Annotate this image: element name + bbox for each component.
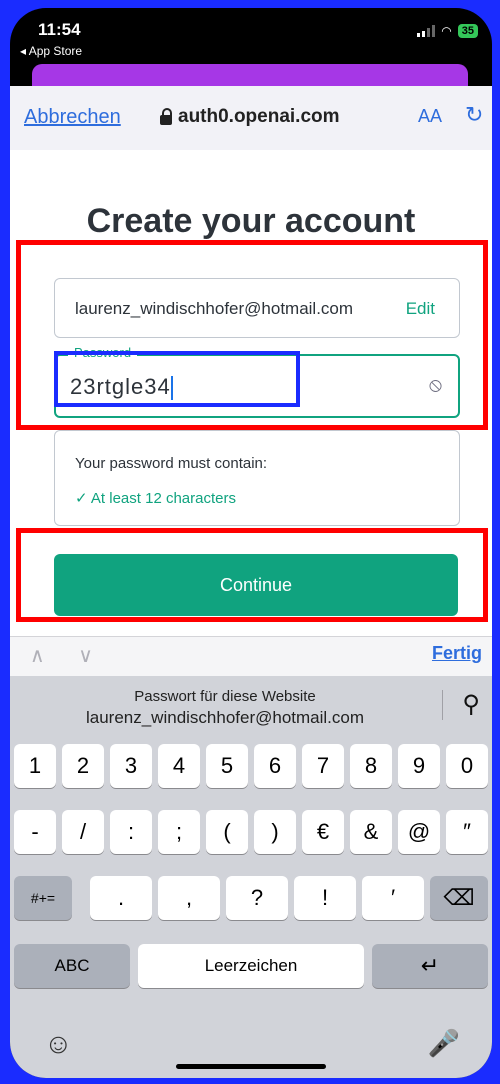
requirements-title: Your password must contain: <box>75 455 268 472</box>
key-symbol-3[interactable]: ; <box>158 810 200 854</box>
key-8[interactable]: 9 <box>398 744 440 788</box>
key-symbol-7[interactable]: & <box>350 810 392 854</box>
key-symbol-2[interactable]: : <box>110 810 152 854</box>
key-symbol-5[interactable]: ) <box>254 810 296 854</box>
key-symbol-6[interactable]: € <box>302 810 344 854</box>
key-2[interactable]: 3 <box>110 744 152 788</box>
key-punct-2[interactable]: , <box>158 876 220 920</box>
key-icon[interactable]: ⚲ <box>462 690 480 719</box>
cancel-button[interactable]: Abbrechen <box>24 106 121 129</box>
status-bar: 11:54 ◂ App Store ◠ 35 <box>10 8 492 68</box>
lock-icon <box>160 107 172 125</box>
key-punct-5[interactable]: ′ <box>362 876 424 920</box>
signal-icon <box>417 25 436 37</box>
key-7[interactable]: 8 <box>350 744 392 788</box>
key-punct-3[interactable]: ? <box>226 876 288 920</box>
field-nav-arrows-icon[interactable]: ∧ ∨ <box>30 643 107 668</box>
key-symbol-0[interactable]: - <box>14 810 56 854</box>
home-indicator <box>176 1064 326 1069</box>
emoji-icon[interactable]: ☺ <box>44 1028 73 1060</box>
key-6[interactable]: 7 <box>302 744 344 788</box>
key-3[interactable]: 4 <box>158 744 200 788</box>
backspace-key[interactable]: ⌫ <box>430 876 488 920</box>
highlight-continue-box <box>16 528 488 622</box>
symbols-toggle-key[interactable]: #+= <box>14 876 72 920</box>
app-header-strip <box>32 64 468 86</box>
keyboard-accessory-bar: ∧ ∨ Fertig <box>10 636 492 677</box>
status-time: 11:54 <box>38 20 81 39</box>
url-display[interactable]: auth0.openai.com <box>160 106 340 128</box>
done-button[interactable]: Fertig <box>432 643 482 664</box>
password-autofill-suggestion[interactable]: Passwort für diese Website laurenz_windi… <box>10 676 492 734</box>
bottom-key-row: ABC Leerzeichen ↵ <box>10 944 492 990</box>
back-to-app-store-link[interactable]: ◂ App Store <box>20 44 82 58</box>
key-symbol-1[interactable]: / <box>62 810 104 854</box>
key-symbol-8[interactable]: @ <box>398 810 440 854</box>
number-row: 1234567890 <box>10 744 492 790</box>
key-5[interactable]: 6 <box>254 744 296 788</box>
requirement-length: ✓ At least 12 characters <box>75 490 236 507</box>
key-9[interactable]: 0 <box>446 744 488 788</box>
abc-key[interactable]: ABC <box>14 944 130 988</box>
key-1[interactable]: 2 <box>62 744 104 788</box>
battery-icon: 35 <box>457 24 478 38</box>
status-indicators: ◠ 35 <box>417 24 478 38</box>
highlight-password-box <box>54 351 300 407</box>
browser-toolbar: Abbrechen auth0.openai.com AA ↻ <box>10 86 492 151</box>
keyboard: Passwort für diese Website laurenz_windi… <box>10 676 492 1078</box>
symbol-row: - /:;() € & @ ″ <box>10 810 492 856</box>
reload-icon[interactable]: ↻ <box>465 102 483 128</box>
page-title: Create your account <box>86 202 416 240</box>
punctuation-row: #+=.,?! ′ ⌫ <box>10 876 492 922</box>
url-text: auth0.openai.com <box>178 106 340 127</box>
phone-screen: 11:54 ◂ App Store ◠ 35 Abbrechen auth0.o… <box>10 8 492 1078</box>
suggestion-divider <box>442 690 443 720</box>
wifi-icon: ◠ <box>441 24 452 38</box>
suggestion-title: Passwort für diese Website <box>134 688 316 705</box>
suggestion-account: laurenz_windischhofer@hotmail.com <box>85 708 365 727</box>
microphone-icon[interactable]: 🎤 <box>428 1028 460 1059</box>
key-4[interactable]: 5 <box>206 744 248 788</box>
space-key[interactable]: Leerzeichen <box>138 944 364 988</box>
key-symbol-9[interactable]: ″ <box>446 810 488 854</box>
return-key[interactable]: ↵ <box>372 944 488 988</box>
key-0[interactable]: 1 <box>14 744 56 788</box>
key-punct-4[interactable]: ! <box>294 876 356 920</box>
text-size-button[interactable]: AA <box>418 106 442 127</box>
key-punct-1[interactable]: . <box>90 876 152 920</box>
key-symbol-4[interactable]: ( <box>206 810 248 854</box>
password-requirements: Your password must contain: ✓ At least 1… <box>54 430 460 526</box>
